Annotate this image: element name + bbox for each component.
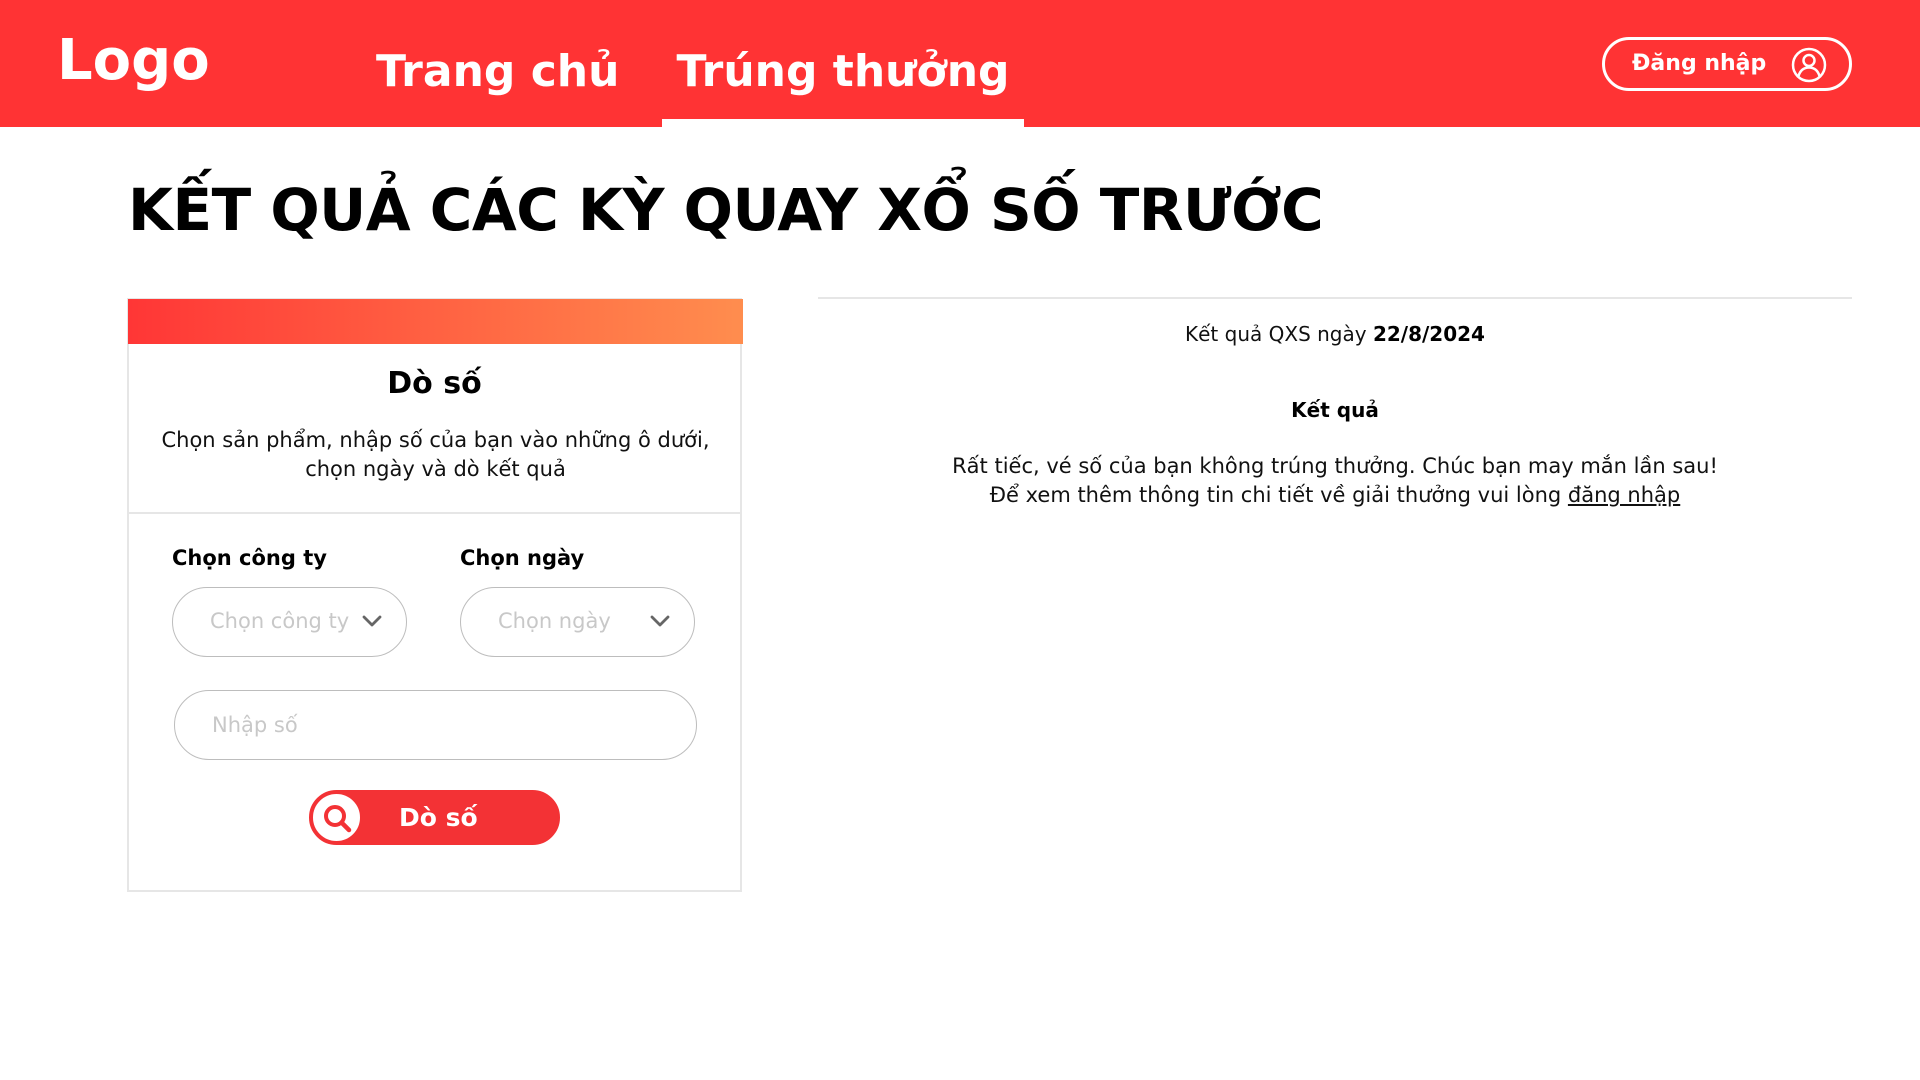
login-link[interactable]: đăng nhập xyxy=(1568,483,1680,507)
card-divider xyxy=(129,512,740,514)
nav-active-indicator xyxy=(662,119,1024,127)
company-label: Chọn công ty xyxy=(172,546,327,570)
page-title: KẾT QUẢ CÁC KỲ QUAY XỔ SỐ TRƯỚC xyxy=(128,176,1324,244)
login-button[interactable]: Đăng nhập xyxy=(1602,37,1852,91)
result-date-value: 22/8/2024 xyxy=(1372,322,1485,346)
card-gradient-bar xyxy=(128,299,743,344)
company-select[interactable]: Chọn công ty xyxy=(172,587,407,657)
date-select-placeholder: Chọn ngày xyxy=(498,609,611,633)
nav-item-prize[interactable]: Trúng thưởng xyxy=(662,46,1024,127)
search-button[interactable]: Dò số xyxy=(309,790,560,845)
header-bar: Logo Trang chủ Trúng thưởng Đăng nhập xyxy=(0,0,1920,127)
search-icon xyxy=(324,805,352,833)
date-label: Chọn ngày xyxy=(460,546,585,570)
logo[interactable]: Logo xyxy=(57,28,210,93)
result-date-line: Kết quả QXS ngày 22/8/2024 xyxy=(818,322,1852,346)
result-message-line: Để xem thêm thông tin chi tiết về giải t… xyxy=(818,481,1852,510)
result-heading: Kết quả xyxy=(1291,398,1379,422)
date-select[interactable]: Chọn ngày xyxy=(460,587,695,657)
card-description: Chọn sản phẩm, nhập số của bạn vào những… xyxy=(159,426,712,484)
result-divider xyxy=(818,297,1852,299)
card-description-line: Chọn sản phẩm, nhập số của bạn vào những… xyxy=(161,428,710,452)
result-message-text: Để xem thêm thông tin chi tiết về giải t… xyxy=(989,483,1568,507)
result-date-prefix: Kết quả QXS ngày xyxy=(1185,322,1373,346)
result-message: Rất tiếc, vé số của bạn không trúng thưở… xyxy=(818,452,1852,510)
number-check-card: Dò số Chọn sản phẩm, nhập số của bạn vào… xyxy=(127,298,743,892)
user-icon xyxy=(1791,47,1827,83)
card-heading: Dò số xyxy=(387,366,482,401)
number-input[interactable] xyxy=(174,690,697,760)
search-button-label: Dò số xyxy=(399,803,478,832)
chevron-down-icon xyxy=(362,615,382,627)
chevron-down-icon xyxy=(650,615,670,627)
result-message-line: Rất tiếc, vé số của bạn không trúng thưở… xyxy=(952,454,1718,478)
login-label: Đăng nhập xyxy=(1632,51,1767,76)
company-select-placeholder: Chọn công ty xyxy=(210,609,350,633)
search-icon-circle xyxy=(310,791,363,844)
card-description-line: chọn ngày và dò kết quả xyxy=(305,457,566,481)
nav-item-home[interactable]: Trang chủ xyxy=(376,46,619,127)
